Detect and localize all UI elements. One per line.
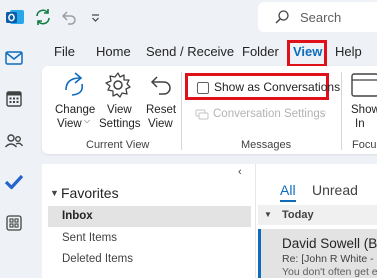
message-preview: You don't often get e xyxy=(282,266,377,278)
change-view-label-1: Change xyxy=(55,104,96,116)
apps-icon[interactable] xyxy=(3,212,25,234)
todo-icon[interactable] xyxy=(3,171,25,193)
outlook-app-icon xyxy=(5,7,25,27)
reset-view-label-2: View xyxy=(148,118,173,130)
chevron-down-icon: ▼ xyxy=(264,210,272,219)
tab-file[interactable]: File xyxy=(54,44,75,59)
conversation-settings-button[interactable]: Conversation Settings xyxy=(213,108,326,120)
show-as-conversations-label: Show as Conversations xyxy=(214,80,341,94)
change-view-label-2: View xyxy=(57,118,82,130)
group-messages-label: Messages xyxy=(241,139,292,151)
checkbox-box[interactable] xyxy=(197,82,209,94)
chevron-down-icon: ⌵ xyxy=(320,108,327,118)
show-in-label-1: Show xyxy=(351,104,377,116)
filter-all-underline xyxy=(280,200,296,202)
collapse-pane-icon[interactable]: ‹ xyxy=(238,166,242,178)
group-header-today[interactable]: ▼ Today xyxy=(258,205,377,225)
change-view-icon xyxy=(65,72,84,96)
message-subject: Re: [John R White - P xyxy=(282,253,377,265)
message-item[interactable]: David Sowell (Ba Re: [John R White - P Y… xyxy=(258,229,377,278)
search-input[interactable]: Search xyxy=(258,2,377,32)
people-icon[interactable] xyxy=(3,130,25,152)
mail-icon[interactable] xyxy=(3,47,25,69)
chevron-down-icon: ⌵ xyxy=(84,116,91,125)
show-in-icon xyxy=(351,73,377,97)
group-current-view-label: Current View xyxy=(86,139,150,151)
message-selected-bar xyxy=(258,229,261,278)
tab-help[interactable]: Help xyxy=(335,44,362,59)
search-placeholder: Search xyxy=(300,10,342,25)
view-settings-button[interactable]: View Settings xyxy=(97,70,141,132)
message-sender: David Sowell (Ba xyxy=(282,236,377,251)
view-settings-label-1: View xyxy=(107,104,132,116)
folder-sent-items[interactable]: Sent Items xyxy=(48,228,251,249)
tab-folder[interactable]: Folder xyxy=(242,44,279,59)
undo-icon[interactable] xyxy=(59,7,79,27)
group-separator xyxy=(341,72,342,150)
filter-unread-tab[interactable]: Unread xyxy=(312,182,358,198)
reset-icon xyxy=(150,76,171,95)
reset-view-label-1: Reset xyxy=(146,104,177,116)
chevron-down-icon[interactable]: ▼ xyxy=(50,188,59,198)
app-rail xyxy=(0,36,28,278)
change-view-button[interactable]: Change View ⌵ xyxy=(53,70,95,132)
group-separator xyxy=(181,72,182,150)
gear-icon xyxy=(105,72,131,98)
show-in-button[interactable]: Show In xyxy=(348,70,377,132)
folder-inbox[interactable]: Inbox xyxy=(48,206,251,227)
tab-home[interactable]: Home xyxy=(96,44,131,59)
view-settings-label-2: Settings xyxy=(99,118,141,130)
favorites-header[interactable]: Favorites xyxy=(61,185,119,201)
reset-view-button[interactable]: Reset View xyxy=(141,70,177,132)
group-focus-label: Focus xyxy=(352,139,377,151)
title-bar: Search xyxy=(0,0,377,36)
show-as-conversations-checkbox[interactable]: Show as Conversations xyxy=(185,73,340,100)
send-receive-all-icon[interactable] xyxy=(33,7,53,27)
folder-deleted-items[interactable]: Deleted Items xyxy=(48,249,251,270)
tab-send-receive[interactable]: Send / Receive xyxy=(146,44,234,59)
search-icon xyxy=(275,10,289,24)
calendar-icon[interactable] xyxy=(3,88,25,110)
view-tab-highlight xyxy=(287,40,327,67)
show-in-label-2: In xyxy=(355,118,365,130)
customize-toolbar-icon[interactable] xyxy=(86,7,106,27)
filter-all-tab[interactable]: All xyxy=(280,182,296,198)
conversation-settings-icon xyxy=(195,109,209,120)
group-header-label: Today xyxy=(282,209,314,221)
